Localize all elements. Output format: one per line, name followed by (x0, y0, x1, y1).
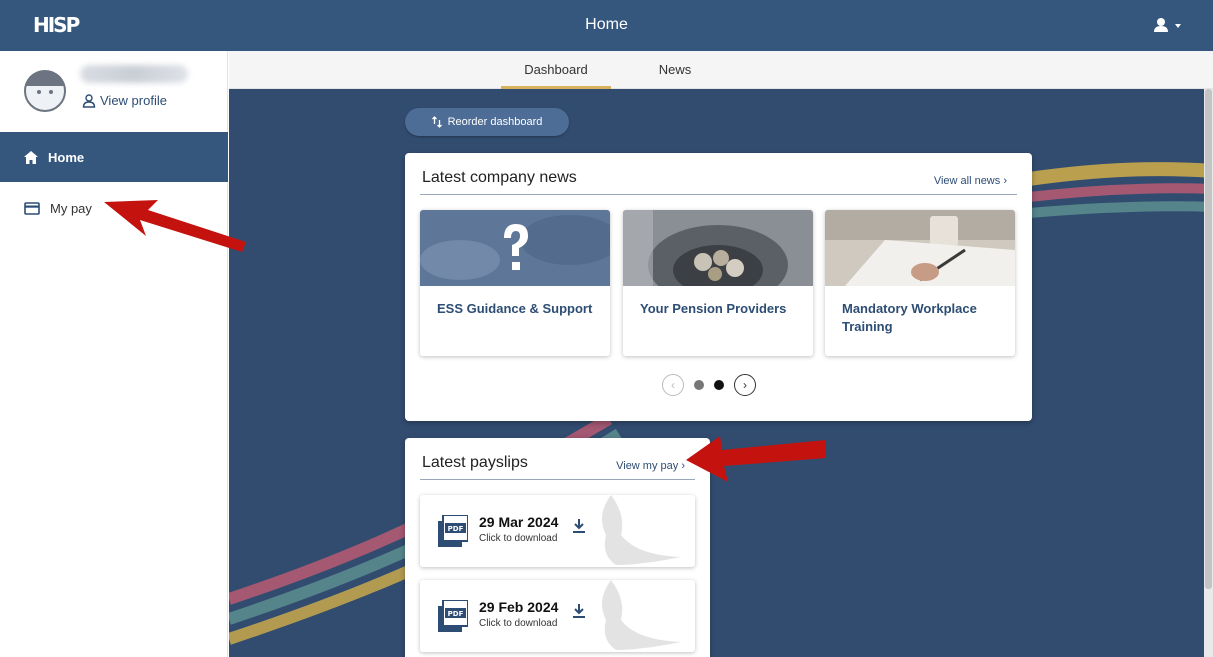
news-carousel-controls: ‹ › (662, 373, 756, 397)
person-outline-icon (82, 93, 96, 108)
pdf-file-icon: PDF (438, 600, 468, 632)
main-scrollbar[interactable] (1204, 89, 1213, 657)
link-label: View all news (933, 175, 1001, 187)
carousel-prev-button[interactable]: ‹ (662, 374, 684, 396)
download-icon[interactable] (573, 519, 585, 533)
news-title: ESS Guidance & Support (437, 301, 593, 316)
avatar-hair (26, 72, 64, 86)
tab-dashboard[interactable]: Dashboard (501, 51, 611, 89)
download-icon[interactable] (573, 604, 585, 618)
user-menu[interactable] (1153, 17, 1185, 35)
reorder-dashboard-button[interactable]: Reorder dashboard (405, 108, 569, 136)
payslip-item[interactable]: PDF 29 Feb 2024 Click to download (420, 580, 695, 652)
carousel-dot-1[interactable] (694, 380, 704, 390)
pdf-file-icon: PDF (438, 515, 468, 547)
sidebar: View profile Home My pay (0, 51, 228, 657)
sidebar-item-home[interactable]: Home (0, 132, 228, 182)
view-profile-link[interactable]: View profile (82, 93, 167, 108)
news-image-training (825, 210, 1015, 286)
user-icon (1154, 18, 1168, 32)
view-profile-label: View profile (100, 93, 167, 108)
widget-title: Latest company news (422, 169, 577, 186)
payslip-item[interactable]: PDF 29 Mar 2024 Click to download (420, 495, 695, 567)
payslip-date: 29 Mar 2024 (479, 514, 559, 530)
company-news-widget: Latest company news View all news › ESS … (405, 153, 1032, 421)
widget-header: Latest company news View all news › (420, 167, 1017, 195)
caret-down-icon (1175, 24, 1181, 28)
news-item[interactable]: Your Pension Providers (623, 210, 813, 356)
card-icon (24, 201, 40, 215)
scrollbar-thumb[interactable] (1205, 89, 1212, 589)
acrobat-watermark-icon (602, 495, 681, 565)
tab-bar: Dashboard News (229, 51, 1213, 89)
carousel-dot-2[interactable] (714, 380, 724, 390)
avatar[interactable] (24, 70, 66, 112)
dashboard-area: Reorder dashboard Latest company news Vi… (229, 89, 1213, 657)
annotation-arrow-my-pay (104, 200, 246, 252)
home-icon (24, 150, 38, 164)
news-image-coins (623, 210, 813, 286)
sidebar-item-label: Home (48, 149, 85, 165)
news-item[interactable]: Mandatory Workplace Training (825, 210, 1015, 356)
news-image-guidance (420, 210, 610, 286)
news-item[interactable]: ESS Guidance & Support (420, 210, 610, 356)
annotation-arrow-view-my-pay (686, 436, 826, 482)
widget-title: Latest payslips (422, 454, 528, 471)
view-all-news-link[interactable]: View all news › (934, 175, 1007, 187)
view-my-pay-link[interactable]: View my pay › (616, 460, 685, 472)
reorder-label: Reorder dashboard (447, 116, 543, 128)
tab-news[interactable]: News (639, 51, 711, 89)
news-title: Mandatory Workplace Training (842, 301, 977, 334)
link-label: View my pay (616, 460, 679, 472)
payslip-download-hint: Click to download (479, 533, 558, 544)
svg-text:PDF: PDF (448, 610, 464, 618)
payslips-widget: Latest payslips View my pay › PDF 29 Mar… (405, 438, 710, 657)
carousel-next-button[interactable]: › (734, 374, 756, 396)
reorder-icon (431, 116, 442, 128)
blurred-username (80, 65, 188, 83)
acrobat-watermark-icon (602, 580, 681, 650)
svg-text:PDF: PDF (448, 525, 464, 533)
payslip-date: 29 Feb 2024 (479, 599, 559, 615)
avatar-eye (37, 90, 41, 94)
top-bar: HISP Home (0, 0, 1213, 51)
page-title: Home (585, 16, 628, 33)
sidebar-item-label: My pay (50, 200, 92, 216)
news-title: Your Pension Providers (640, 301, 787, 316)
profile-panel: View profile (0, 51, 228, 131)
widget-header: Latest payslips View my pay › (420, 452, 695, 480)
payslip-download-hint: Click to download (479, 618, 558, 629)
avatar-eye (49, 90, 53, 94)
